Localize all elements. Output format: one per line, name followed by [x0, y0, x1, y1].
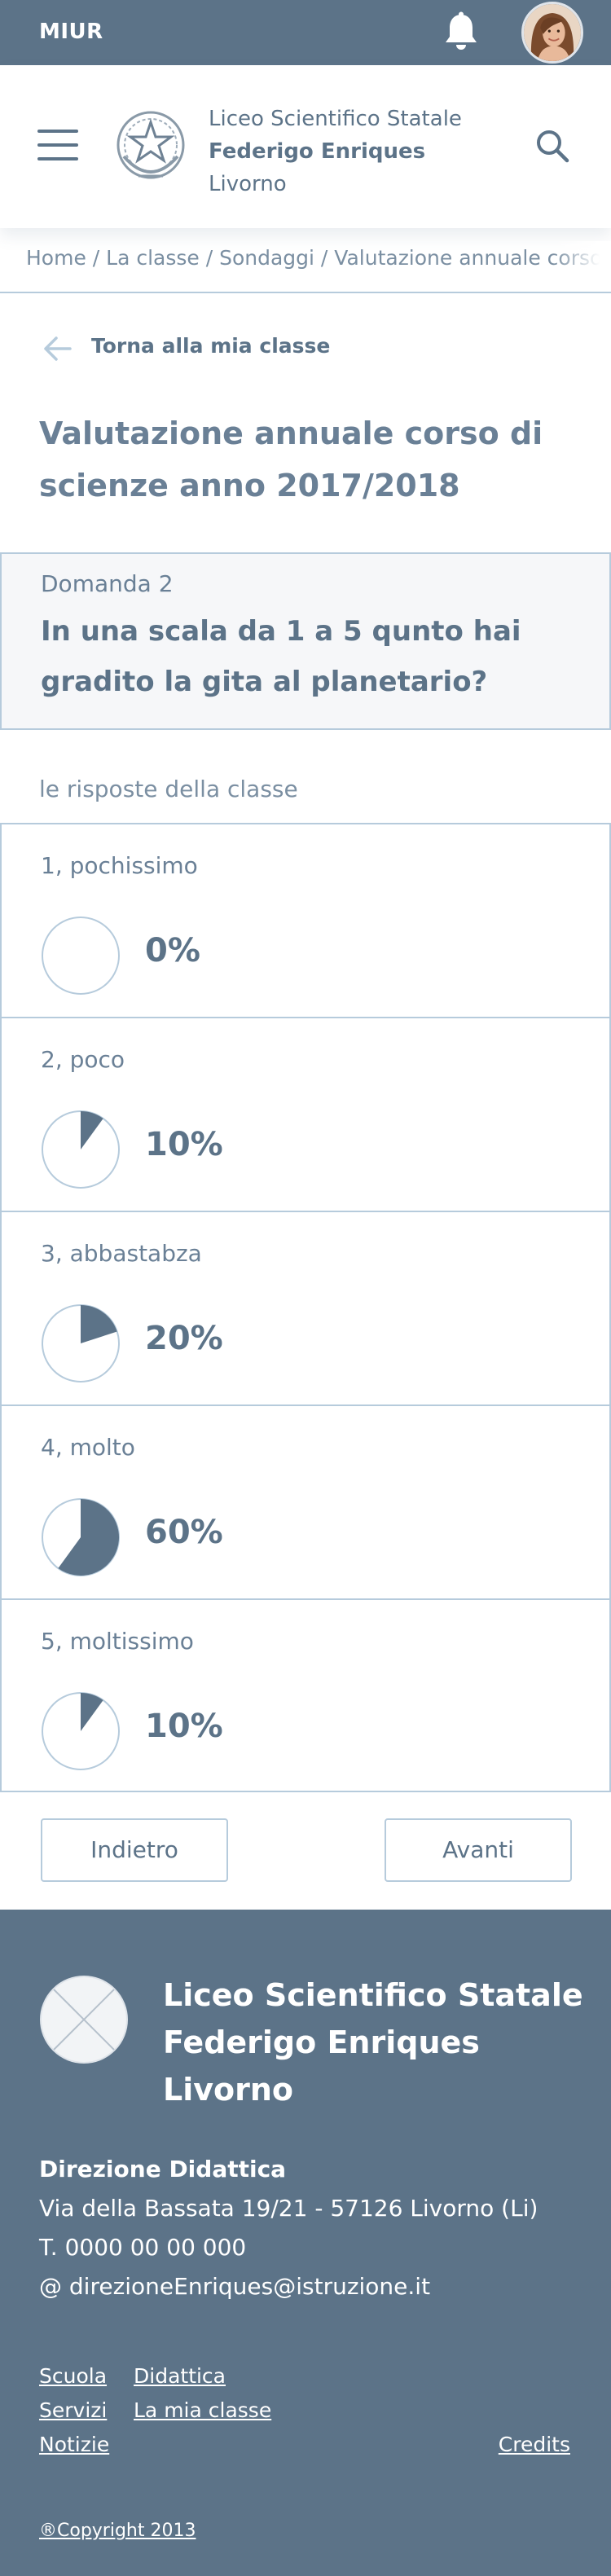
question-text: In una scala da 1 a 5 qunto hai gradito … — [41, 615, 521, 698]
question-number: Domanda 2 — [41, 570, 174, 597]
pie-background — [42, 917, 120, 995]
user-avatar[interactable] — [521, 2, 583, 64]
footer-address: Via della Bassata 19/21 - 57126 Livorno … — [39, 2195, 538, 2222]
page-title: Valutazione annuale corso di scienze ann… — [39, 415, 543, 503]
footer-link-la-mia-classe[interactable]: La mia classe — [134, 2398, 271, 2422]
italian-republic-emblem — [116, 111, 185, 179]
bell-icon[interactable] — [441, 11, 481, 54]
answer-label: 2, poco — [41, 1046, 125, 1073]
question-card: Domanda 2 In una scala da 1 a 5 qunto ha… — [0, 552, 611, 730]
answer-label: 5, moltissimo — [41, 1628, 194, 1655]
footer-link-servizi[interactable]: Servizi — [39, 2398, 107, 2422]
site-header: Liceo Scientifico Statale Federigo Enriq… — [0, 65, 611, 228]
footer-school-city: Livorno — [163, 2072, 294, 2108]
school-name[interactable]: Liceo Scientifico Statale Federigo Enriq… — [209, 103, 462, 200]
answer-percentage: 0% — [145, 932, 200, 969]
search-icon[interactable] — [534, 128, 570, 164]
footer-link-notizie[interactable]: Notizie — [39, 2433, 109, 2456]
footer-school-title: Federigo Enriques — [163, 2024, 480, 2060]
answers-heading: le risposte della classe — [39, 776, 298, 802]
breadcrumb: Home / La classe / Sondaggi / Valutazion… — [0, 241, 611, 293]
arrow-left-icon — [44, 336, 72, 361]
footer-school-name: Liceo Scientifico Statale Federigo Enriq… — [163, 1972, 587, 2113]
pie-chart — [42, 917, 120, 995]
footer-link-didattica[interactable]: Didattica — [134, 2364, 226, 2388]
hamburger-menu-icon[interactable] — [37, 130, 78, 162]
back-link-label: Torna alla mia classe — [91, 334, 331, 358]
miur-brand[interactable]: MIUR — [39, 20, 103, 44]
school-type: Liceo Scientifico Statale — [209, 107, 462, 131]
answer-item: 2, poco 10% — [0, 1017, 611, 1211]
pie-chart — [42, 1692, 120, 1770]
next-button[interactable]: Avanti — [385, 1818, 572, 1882]
answer-percentage: 20% — [145, 1320, 223, 1357]
footer-school-type: Liceo Scientifico Statale — [163, 1977, 583, 2013]
breadcrumb-path[interactable]: Home / La classe / Sondaggi / Valutazion… — [26, 246, 611, 270]
placeholder-logo-icon — [40, 1976, 128, 2064]
footer-email[interactable]: @ direzioneEnriques@istruzione.it — [39, 2273, 430, 2300]
answer-percentage: 10% — [145, 1126, 223, 1163]
footer-direction-title: Direzione Didattica — [39, 2156, 287, 2183]
breadcrumb-fade — [554, 241, 611, 290]
footer-phone: T. 0000 00 00 000 — [39, 2234, 247, 2261]
answers-list: 1, pochissimo 0% 2, poco 10% 3, abbastab… — [0, 823, 611, 1792]
answer-item: 5, moltissimo 10% — [0, 1598, 611, 1792]
previous-button[interactable]: Indietro — [41, 1818, 228, 1882]
answer-item: 1, pochissimo 0% — [0, 823, 611, 1017]
pie-chart — [42, 1110, 120, 1189]
footer-link-scuola[interactable]: Scuola — [39, 2364, 107, 2388]
answer-label: 4, molto — [41, 1434, 135, 1461]
school-city: Livorno — [209, 172, 287, 196]
answer-percentage: 10% — [145, 1708, 223, 1745]
answer-item: 4, molto 60% — [0, 1404, 611, 1598]
footer-copyright: ®Copyright 2013 — [39, 2521, 196, 2541]
answer-label: 1, pochissimo — [41, 852, 198, 879]
answer-label: 3, abbastabza — [41, 1240, 202, 1267]
footer-link-credits[interactable]: Credits — [499, 2433, 570, 2456]
answer-item: 3, abbastabza 20% — [0, 1211, 611, 1404]
pie-chart — [42, 1304, 120, 1383]
top-bar: MIUR — [0, 0, 611, 65]
pie-chart — [42, 1498, 120, 1576]
site-footer: Liceo Scientifico Statale Federigo Enriq… — [0, 1910, 611, 2576]
answer-percentage: 60% — [145, 1514, 223, 1551]
school-title: Federigo Enriques — [209, 139, 426, 164]
